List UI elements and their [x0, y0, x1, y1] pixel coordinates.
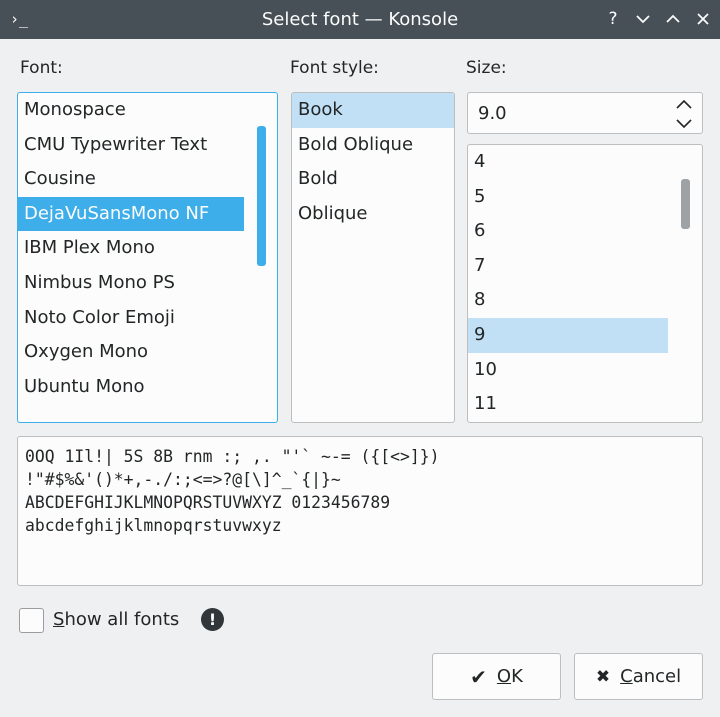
cancel-label-text: ancel	[632, 666, 682, 687]
size-list[interactable]: 4 5 6 7 8 9 10 11	[467, 144, 703, 423]
show-all-fonts-label[interactable]: Show all fonts	[53, 607, 179, 633]
preview-line: abcdefghijklmnopqrstuvwxyz	[25, 516, 282, 535]
info-icon[interactable]: !	[201, 608, 224, 631]
size-item-9[interactable]: 9	[468, 317, 668, 353]
font-list-scrollbar[interactable]	[257, 126, 266, 266]
font-style-list[interactable]: Book Bold Oblique Bold Oblique	[291, 92, 455, 423]
size-item-10[interactable]: 10	[468, 353, 668, 388]
style-item-bold-oblique[interactable]: Bold Oblique	[292, 128, 454, 163]
font-item-ubuntu-mono[interactable]: Ubuntu Mono	[18, 370, 244, 405]
spin-arrows-icon[interactable]	[674, 97, 694, 131]
font-item-monospace[interactable]: Monospace	[18, 93, 244, 128]
font-item-cousine[interactable]: Cousine	[18, 162, 244, 197]
font-item-noto-color-emoji[interactable]: Noto Color Emoji	[18, 301, 244, 336]
checkmark-icon: ✔	[470, 664, 487, 689]
cancel-button[interactable]: ✖ Cancel	[574, 653, 703, 700]
ok-label: OK	[497, 666, 523, 687]
font-item-ibm-plex-mono[interactable]: IBM Plex Mono	[18, 231, 244, 266]
font-item-oxygen-mono[interactable]: Oxygen Mono	[18, 335, 244, 370]
size-item-11[interactable]: 11	[468, 387, 668, 422]
size-label: Size:	[466, 58, 507, 78]
font-item-dejavusansmono-nf[interactable]: DejaVuSansMono NF	[18, 196, 244, 232]
show-all-fonts-checkbox[interactable]	[19, 608, 44, 633]
preview-line: 0OQ 1Il!| 5S 8B rnm :; ,. "'` ~-= ({[<>]…	[25, 447, 440, 466]
font-label: Font:	[20, 58, 63, 78]
font-item-cmu-typewriter-text[interactable]: CMU Typewriter Text	[18, 128, 244, 163]
ok-mnemonic: O	[496, 666, 512, 687]
minimize-icon[interactable]	[630, 6, 656, 32]
size-spinbox[interactable]: 9.0	[467, 92, 703, 134]
cancel-mnemonic: C	[620, 666, 633, 687]
show-all-fonts-mnemonic: S	[53, 609, 65, 630]
show-all-fonts-label-text: how all fonts	[64, 609, 180, 630]
ok-label-text: K	[511, 666, 523, 687]
size-item-8[interactable]: 8	[468, 283, 668, 318]
preview-line: !"#$%&'()*+,-./:;<=>?@[\]^_`{|}~	[25, 470, 341, 489]
close-icon[interactable]	[690, 6, 716, 32]
font-preview: 0OQ 1Il!| 5S 8B rnm :; ,. "'` ~-= ({[<>]…	[17, 436, 703, 586]
size-value[interactable]: 9.0	[478, 93, 507, 135]
style-item-bold[interactable]: Bold	[292, 162, 454, 197]
size-item-5[interactable]: 5	[468, 180, 668, 215]
cancel-x-icon: ✖	[595, 666, 611, 687]
title-bar: ›_ Select font — Konsole ?	[0, 0, 720, 39]
font-item-nimbus-mono-ps[interactable]: Nimbus Mono PS	[18, 266, 244, 301]
size-item-6[interactable]: 6	[468, 214, 668, 249]
preview-line: ABCDEFGHIJKLMNOPQRSTUVWXYZ 0123456789	[25, 493, 391, 512]
size-list-scrollbar[interactable]	[681, 179, 690, 229]
font-style-label: Font style:	[290, 58, 379, 78]
style-item-book[interactable]: Book	[292, 93, 454, 128]
size-item-4[interactable]: 4	[468, 145, 668, 180]
maximize-icon[interactable]	[660, 6, 686, 32]
font-list[interactable]: Monospace CMU Typewriter Text Cousine De…	[17, 92, 278, 423]
size-item-7[interactable]: 7	[468, 249, 668, 284]
ok-button[interactable]: ✔ OK	[432, 653, 561, 700]
style-item-oblique[interactable]: Oblique	[292, 197, 454, 232]
cancel-label: Cancel	[620, 666, 681, 687]
help-icon[interactable]: ?	[600, 6, 626, 32]
